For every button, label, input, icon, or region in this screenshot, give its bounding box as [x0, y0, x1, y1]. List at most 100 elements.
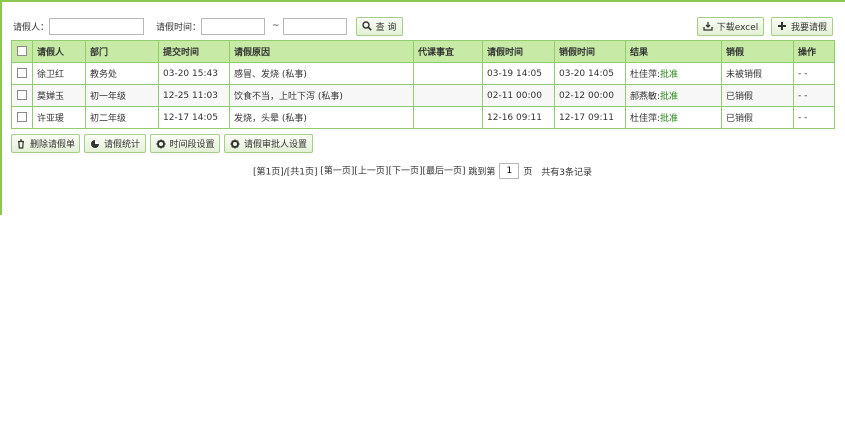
column-header: 销假 — [721, 40, 794, 63]
operation-cell: - - — [793, 62, 835, 85]
download-excel-label: 下载excel — [716, 22, 759, 33]
applicant-cell: 徐卫红 — [32, 62, 86, 85]
operation-cell: - - — [793, 84, 835, 107]
select-all-checkbox[interactable] — [17, 46, 27, 57]
department-cell: 教务处 — [85, 62, 159, 85]
table-row: 许亚瑗 初二年级 12-17 14:05 发烧，头晕 (私事) 12-16 09… — [11, 106, 835, 129]
apply-leave-button[interactable]: 我要请假 — [771, 16, 833, 36]
gear-icon — [230, 139, 240, 149]
approver-name: 杜佳萍: — [630, 70, 661, 80]
submit-time-cell: 03-20 15:43 — [158, 62, 230, 85]
plus-icon — [777, 21, 787, 31]
leave-time-to-input[interactable] — [282, 17, 347, 35]
leave-start-cell: 12-16 09:11 — [482, 106, 555, 129]
leave-time-from-input[interactable] — [201, 17, 266, 35]
row-select-cell[interactable] — [11, 106, 33, 129]
top-accent-line — [0, 0, 845, 2]
cancel-status-cell: 未被销假 — [721, 62, 794, 85]
row-checkbox[interactable] — [17, 68, 27, 79]
department-cell: 初二年级 — [85, 106, 159, 129]
operation-cell: - - — [793, 106, 835, 129]
applicant-input[interactable] — [49, 17, 145, 35]
gear-icon — [156, 139, 166, 149]
reason-cell: 感冒、发烧 (私事) — [229, 62, 414, 85]
column-header: 请假人 — [32, 40, 86, 63]
row-checkbox[interactable] — [17, 90, 27, 101]
goto-page-input[interactable] — [499, 163, 520, 179]
cancel-status-cell: 已销假 — [721, 106, 794, 129]
page-suffix: 页 — [523, 167, 533, 178]
approver-name: 杜佳萍: — [630, 114, 661, 124]
prev-page-link[interactable]: [上一页] — [354, 167, 388, 177]
applicant-cell: 许亚瑗 — [32, 106, 86, 129]
leave-end-cell: 12-17 09:11 — [554, 106, 626, 129]
applicant-cell: 莫婵玉 — [32, 84, 86, 107]
total-records: 共有3条记录 — [541, 167, 593, 178]
filter-bar: 请假人： 请假时间： ~ 查 询 下载excel 我要请假 — [13, 16, 833, 36]
leave-start-cell: 03-19 14:05 — [482, 62, 555, 85]
substitute-cell — [413, 84, 483, 107]
approver-settings-button[interactable]: 请假审批人设置 — [224, 134, 313, 153]
leave-time-label: 请假时间： — [156, 22, 202, 33]
substitute-cell — [413, 62, 483, 85]
goto-label: 跳到第 — [468, 167, 496, 178]
department-cell: 初一年级 — [85, 84, 159, 107]
table-header-row: 请假人 部门 提交时间 请假原因 代课事宜 请假时间 销假时间 结果 销假 操作 — [11, 40, 835, 63]
period-settings-label: 时间段设置 — [169, 140, 215, 150]
column-header: 提交时间 — [158, 40, 230, 63]
approver-name: 郝燕敏: — [630, 92, 661, 102]
column-header: 请假原因 — [229, 40, 414, 63]
page-info: [第1页]/[共1页] — [252, 167, 318, 178]
reason-cell: 发烧，头晕 (私事) — [229, 106, 414, 129]
time-separator: ~ — [272, 21, 280, 31]
leave-end-cell: 02-12 00:00 — [554, 84, 626, 107]
leave-stats-button[interactable]: 请假统计 — [84, 134, 146, 153]
cancel-status-cell: 已销假 — [721, 84, 794, 107]
leave-stats-label: 请假统计 — [104, 140, 141, 150]
result-cell: 杜佳萍:批准 — [625, 106, 722, 129]
next-page-link[interactable]: [下一页] — [388, 167, 422, 177]
column-header: 操作 — [793, 40, 835, 63]
column-header: 销假时间 — [554, 40, 626, 63]
row-select-cell[interactable] — [11, 62, 33, 85]
select-all-cell[interactable] — [11, 40, 33, 63]
applicant-label: 请假人： — [13, 22, 50, 33]
column-header: 请假时间 — [482, 40, 555, 63]
leave-start-cell: 02-11 00:00 — [482, 84, 555, 107]
delete-leave-label: 删除请假单 — [30, 140, 76, 150]
row-checkbox[interactable] — [17, 112, 27, 123]
search-icon — [361, 21, 372, 31]
search-button[interactable]: 查 询 — [355, 16, 403, 36]
submit-time-cell: 12-17 14:05 — [158, 106, 230, 129]
approver-settings-label: 请假审批人设置 — [244, 140, 308, 150]
last-page-link[interactable]: [最后一页] — [422, 167, 465, 177]
result-cell: 杜佳萍:批准 — [625, 62, 722, 85]
column-header: 代课事宜 — [413, 40, 483, 63]
row-select-cell[interactable] — [11, 84, 33, 107]
table-row: 徐卫红 教务处 03-20 15:43 感冒、发烧 (私事) 03-19 14:… — [11, 62, 835, 85]
approval-status: 批准 — [660, 70, 679, 80]
reason-cell: 饮食不当，上吐下泻 (私事) — [229, 84, 414, 107]
approval-status: 批准 — [660, 92, 679, 102]
result-cell: 郝燕敏:批准 — [625, 84, 722, 107]
pie-chart-icon — [90, 139, 100, 149]
left-accent-line — [0, 0, 2, 215]
search-button-label: 查 询 — [375, 22, 397, 33]
leave-table: 请假人 部门 提交时间 请假原因 代课事宜 请假时间 销假时间 结果 销假 操作… — [11, 40, 835, 129]
column-header: 结果 — [625, 40, 722, 63]
substitute-cell — [413, 106, 483, 129]
apply-leave-label: 我要请假 — [791, 22, 828, 33]
download-icon — [703, 21, 713, 31]
trash-icon — [16, 138, 26, 149]
download-excel-button[interactable]: 下载excel — [697, 16, 764, 36]
action-bar: 删除请假单 请假统计 时间段设置 请假审批人设置 — [11, 134, 313, 153]
table-row: 莫婵玉 初一年级 12-25 11:03 饮食不当，上吐下泻 (私事) 02-1… — [11, 84, 835, 107]
pagination: [第1页]/[共1页] [第一页][上一页][下一页][最后一页] 跳到第 页 共… — [0, 163, 845, 179]
delete-leave-button[interactable]: 删除请假单 — [11, 134, 80, 153]
approval-status: 批准 — [660, 114, 679, 124]
leave-end-cell: 03-20 14:05 — [554, 62, 626, 85]
column-header: 部门 — [85, 40, 159, 63]
period-settings-button[interactable]: 时间段设置 — [150, 134, 220, 153]
submit-time-cell: 12-25 11:03 — [158, 84, 230, 107]
first-page-link[interactable]: [第一页] — [320, 167, 354, 177]
